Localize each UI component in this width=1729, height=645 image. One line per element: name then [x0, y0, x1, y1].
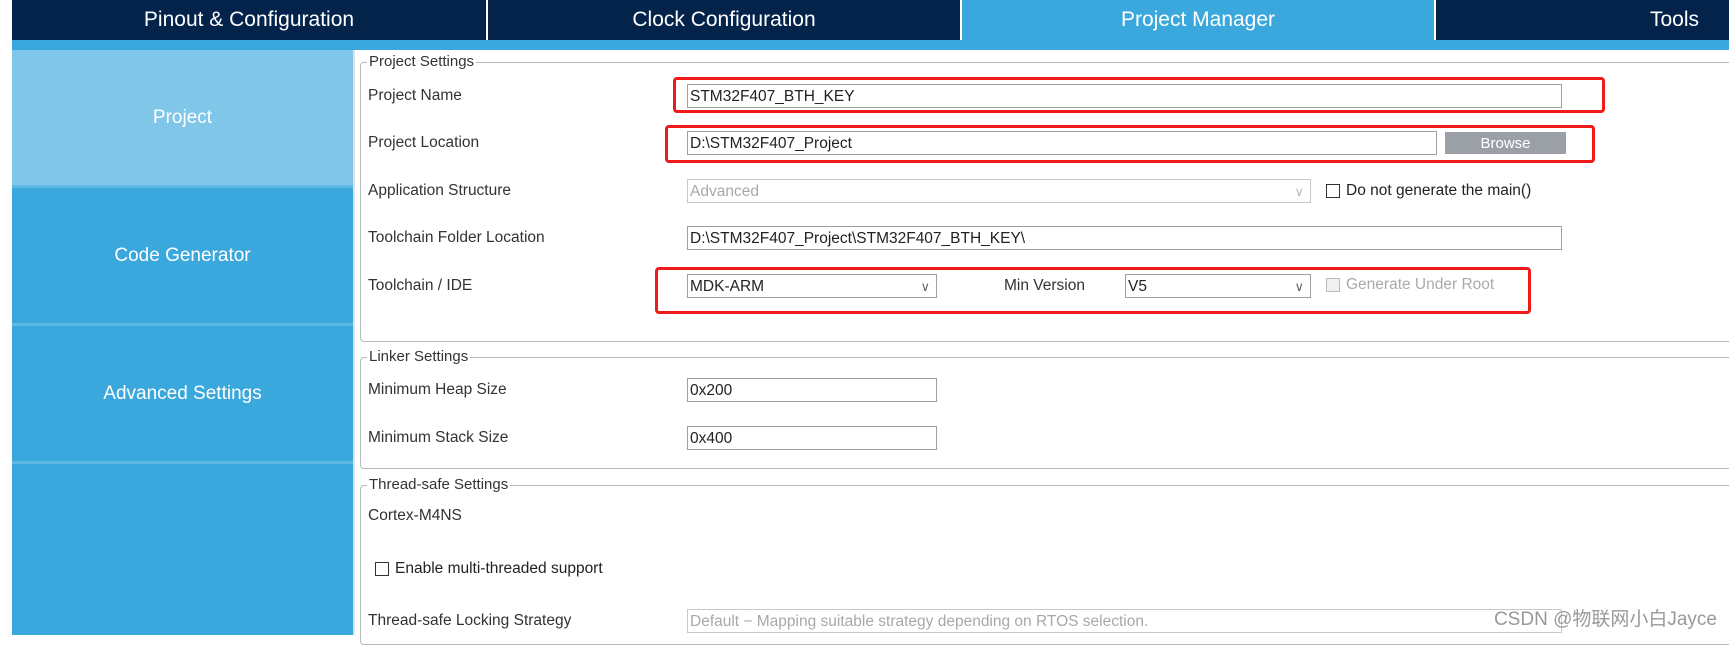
thread-safe-settings-legend: Thread-safe Settings	[367, 476, 511, 493]
checkbox-icon	[1326, 184, 1340, 198]
highlight-box-project-location	[665, 125, 1595, 163]
highlight-box-toolchain	[655, 267, 1531, 314]
application-structure-dropdown[interactable]: Advanced ∨	[687, 179, 1311, 203]
project-name-label: Project Name	[368, 87, 462, 104]
tab-tools[interactable]: Tools	[1436, 0, 1729, 40]
tab-bar: Pinout & Configuration Clock Configurati…	[0, 0, 1729, 40]
heap-size-input[interactable]: 0x200	[687, 378, 937, 402]
do-not-generate-main-label: Do not generate the main()	[1346, 182, 1532, 199]
project-location-label: Project Location	[368, 134, 480, 151]
linker-settings-legend: Linker Settings	[367, 348, 471, 365]
checkbox-icon	[375, 562, 389, 576]
enable-multithreaded-label: Enable multi-threaded support	[395, 560, 603, 577]
tab-clock-configuration[interactable]: Clock Configuration	[488, 0, 960, 40]
sidebar-item-advanced-settings[interactable]: Advanced Settings	[12, 326, 353, 464]
core-label: Cortex-M4NS	[368, 507, 462, 524]
stack-size-input[interactable]: 0x400	[687, 426, 937, 450]
highlight-box-project-name	[673, 77, 1605, 113]
locking-strategy-dropdown[interactable]: Default − Mapping suitable strategy depe…	[687, 609, 1562, 633]
application-structure-value: Advanced	[690, 183, 759, 200]
tab-pinout-configuration[interactable]: Pinout & Configuration	[12, 0, 486, 40]
sidebar-item-project[interactable]: Project	[12, 50, 353, 188]
toolchain-folder-label: Toolchain Folder Location	[368, 229, 545, 246]
application-structure-label: Application Structure	[368, 182, 512, 199]
sidebar: Project Code Generator Advanced Settings	[12, 50, 353, 635]
toolchain-ide-label: Toolchain / IDE	[368, 277, 473, 294]
toolchain-folder-input[interactable]: D:\STM32F407_Project\STM32F407_BTH_KEY\	[687, 226, 1562, 250]
heap-size-label: Minimum Heap Size	[368, 381, 507, 398]
linker-settings-group: Linker Settings	[360, 348, 1729, 469]
enable-multithreaded-checkbox[interactable]: Enable multi-threaded support	[375, 560, 603, 578]
chevron-down-icon: ∨	[1294, 184, 1304, 199]
locking-strategy-label: Thread-safe Locking Strategy	[368, 612, 572, 629]
tab-underline	[12, 40, 1729, 50]
project-settings-legend: Project Settings	[367, 53, 477, 70]
do-not-generate-main-checkbox[interactable]: Do not generate the main()	[1326, 182, 1531, 200]
watermark: CSDN @物联网小白Jayce	[1493, 609, 1717, 630]
sidebar-item-code-generator[interactable]: Code Generator	[12, 188, 353, 326]
stack-size-label: Minimum Stack Size	[368, 429, 509, 446]
tab-project-manager[interactable]: Project Manager	[962, 0, 1434, 40]
